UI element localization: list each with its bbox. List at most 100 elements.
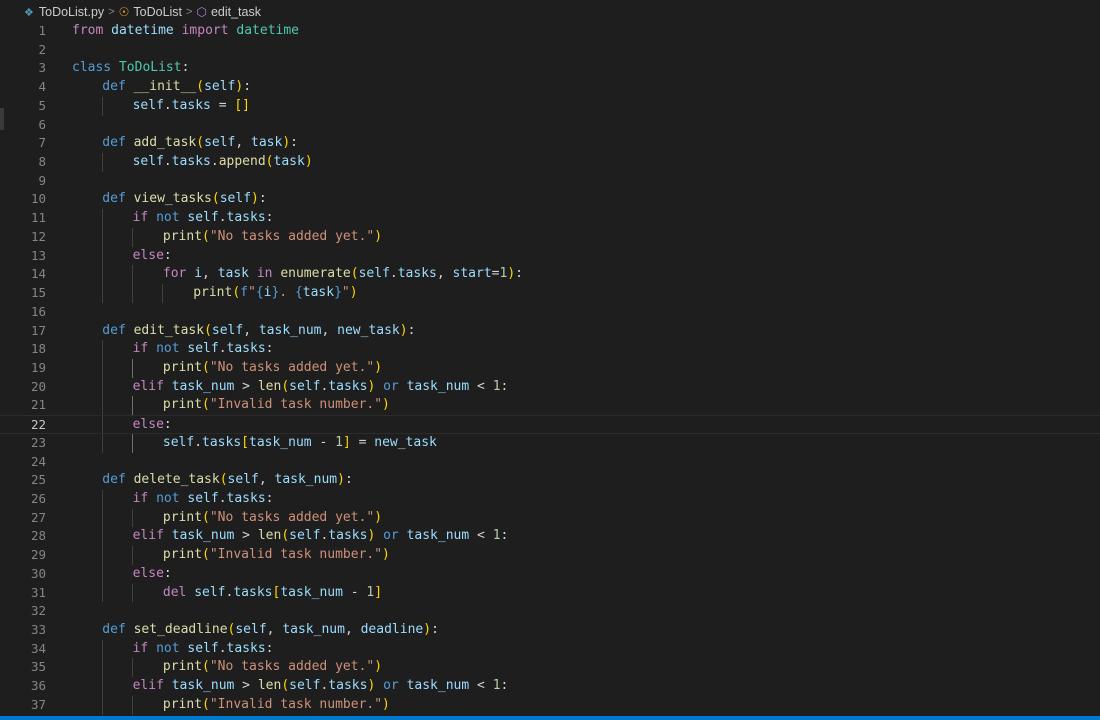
code-token: self — [187, 210, 219, 226]
code-token: : — [515, 266, 523, 282]
code-line[interactable]: 36 elif task_num > len(self.tasks) or tas… — [0, 677, 1100, 696]
code-text: if not self.tasks: — [133, 640, 274, 659]
code-text: if not self.tasks: — [133, 209, 274, 228]
code-line[interactable]: 22 else: — [0, 415, 1100, 434]
code-line[interactable]: 6 — [0, 116, 1100, 135]
code-token: self — [132, 97, 164, 113]
code-line[interactable]: 32 — [0, 602, 1100, 621]
code-token: def — [102, 79, 126, 95]
line-number: 35 — [30, 659, 46, 675]
code-line[interactable]: 4 def __init__(self): — [0, 78, 1100, 97]
code-line[interactable]: 5 self.tasks = [] — [0, 96, 1100, 116]
code-line[interactable]: 29 print("Invalid task number.") — [0, 546, 1100, 565]
indent-guide — [102, 284, 103, 303]
code-token: tasks — [328, 678, 368, 694]
code-token: or — [383, 528, 399, 544]
line-number: 10 — [30, 191, 46, 207]
code-line[interactable]: 27 print("No tasks added yet.") — [0, 508, 1100, 528]
code-token: task_num — [406, 378, 470, 394]
code-token: { — [294, 285, 303, 301]
code-token: len — [257, 378, 282, 394]
code-line[interactable]: 26 if not self.tasks: — [0, 489, 1100, 509]
code-token: : — [265, 640, 274, 656]
code-token: for — [162, 266, 187, 282]
code-line[interactable]: 31 del self.tasks[task_num - 1] — [0, 583, 1100, 603]
indent-guide — [132, 433, 133, 453]
code-token: len — [257, 528, 282, 544]
code-token: ( — [196, 79, 205, 95]
code-line[interactable]: 9 — [0, 172, 1100, 191]
code-token: self — [211, 322, 244, 338]
code-line[interactable]: 11 if not self.tasks: — [0, 209, 1100, 228]
code-token: ( — [281, 528, 290, 544]
code-line[interactable]: 18 if not self.tasks: — [0, 340, 1100, 359]
code-line[interactable]: 23 self.tasks[task_num - 1] = new_task — [0, 433, 1100, 453]
code-line[interactable]: 37 print("Invalid task number.") — [0, 695, 1100, 715]
code-token: "No tasks added yet." — [209, 659, 375, 675]
code-token: self — [219, 191, 252, 207]
code-token: print — [162, 696, 203, 712]
breadcrumb-file-label: ToDoList.py — [38, 5, 105, 19]
code-line[interactable]: 20 elif task_num > len(self.tasks) or tas… — [0, 377, 1100, 397]
code-line[interactable]: 7 def add_task(self, task): — [0, 134, 1100, 153]
code-token: ( — [202, 397, 210, 413]
code-token: print — [162, 659, 203, 675]
code-line[interactable]: 12 print("No tasks added yet.") — [0, 227, 1100, 247]
indent-guide — [132, 265, 133, 285]
chevron-right-icon: > — [186, 6, 193, 18]
code-token: 1 — [492, 378, 501, 394]
code-token: self — [227, 472, 259, 488]
code-text: if not self.tasks: — [133, 490, 274, 509]
code-token: or — [383, 678, 399, 694]
code-token: . — [194, 434, 203, 450]
code-token: "Invalid task number." — [209, 547, 383, 563]
code-token: import — [181, 23, 229, 38]
breadcrumb-class[interactable]: ☉ ToDoList — [119, 5, 182, 19]
code-line[interactable]: 21 print("Invalid task number.") — [0, 396, 1100, 416]
indent-guide — [102, 489, 103, 509]
code-line[interactable]: 24 — [0, 453, 1100, 472]
code-line[interactable]: 33 def set_deadline(self, task_num, deadl… — [0, 621, 1100, 640]
code-line[interactable]: 25 def delete_task(self, task_num): — [0, 471, 1100, 490]
code-line[interactable]: 2 — [0, 41, 1100, 60]
line-number: 13 — [30, 247, 46, 263]
code-token: datetime — [111, 23, 174, 38]
code-token: : — [181, 60, 190, 76]
code-line[interactable]: 1 from datetime import datetime — [0, 22, 1100, 41]
code-token: ) — [507, 266, 516, 282]
breadcrumb-file[interactable]: ❖ ToDoList.py — [24, 5, 104, 19]
code-token: : — [265, 341, 274, 357]
code-line[interactable]: 17 def edit_task(self, task_num, new_task… — [0, 322, 1100, 341]
code-line[interactable]: 8 self.tasks.append(task) — [0, 153, 1100, 172]
code-line[interactable]: 13 else: — [0, 246, 1100, 266]
code-line[interactable]: 34 if not self.tasks: — [0, 639, 1100, 659]
code-line[interactable]: 15 print(f"{i}. {task}") — [0, 284, 1100, 303]
code-editor[interactable]: 1 from datetime import datetime 2 3 class To… — [0, 22, 1100, 716]
code-token: elif — [132, 528, 164, 544]
code-line[interactable]: 30 else: — [0, 564, 1100, 584]
code-token: self — [162, 434, 195, 450]
code-token: else — [132, 247, 164, 263]
code-token: , — [258, 472, 275, 488]
code-line[interactable]: 28 elif task_num > len(self.tasks) or tas… — [0, 527, 1100, 547]
code-line[interactable]: 14 for i, task in enumerate(self.tasks, s… — [0, 265, 1100, 285]
code-token: ( — [204, 322, 212, 338]
indent-guide — [102, 377, 103, 397]
code-token: ( — [202, 509, 210, 525]
code-token: self — [194, 584, 226, 600]
code-token: datetime — [236, 23, 300, 38]
indent-guide — [132, 508, 133, 528]
code-line[interactable]: 10 def view_tasks(self): — [0, 190, 1100, 209]
code-line[interactable]: 16 — [0, 303, 1100, 322]
code-line[interactable]: 35 print("No tasks added yet.") — [0, 658, 1100, 678]
code-token: task_num — [280, 584, 343, 600]
breadcrumb-method[interactable]: ⬡ edit_task — [196, 5, 261, 19]
code-line[interactable]: 3 class ToDoList: — [0, 59, 1100, 78]
code-text: else: — [133, 565, 172, 584]
code-token: } — [334, 285, 342, 301]
code-line[interactable]: 19 print("No tasks added yet.") — [0, 358, 1100, 378]
